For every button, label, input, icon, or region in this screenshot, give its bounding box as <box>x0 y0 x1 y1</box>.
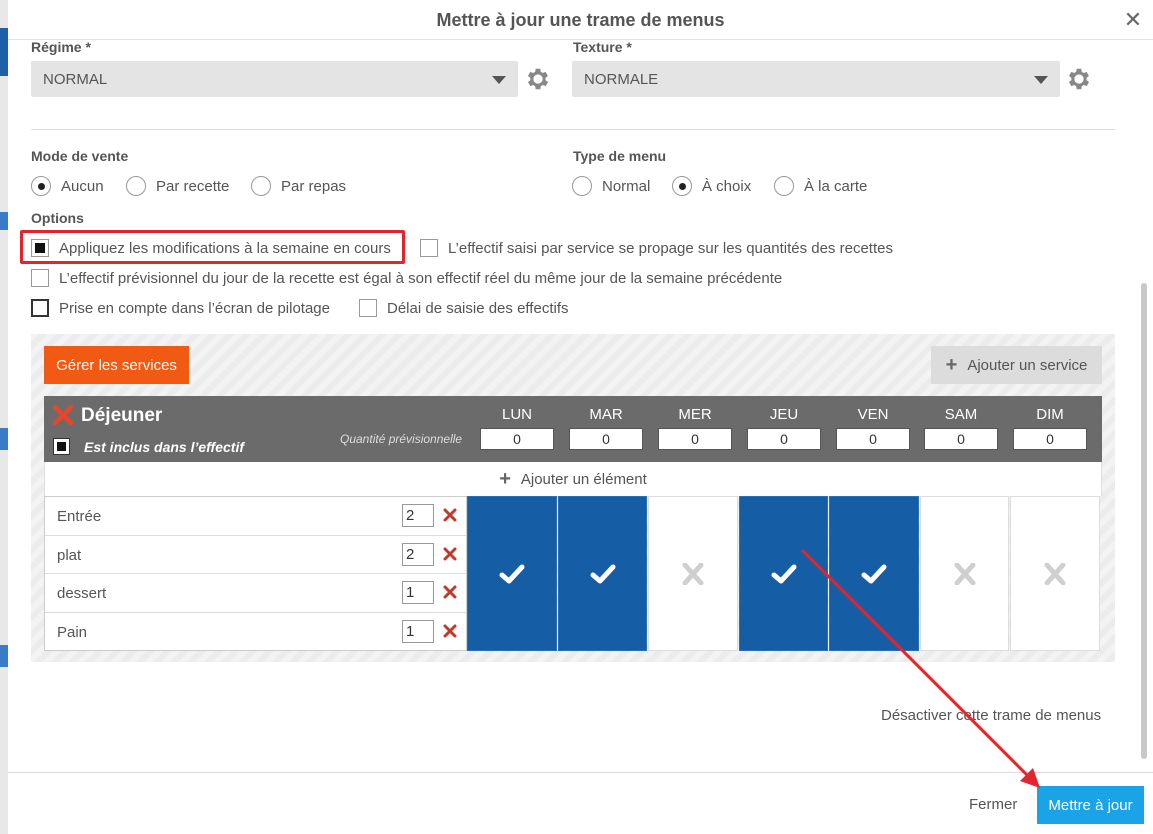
day-toggle-dim[interactable] <box>1010 496 1100 651</box>
radio-a-choix[interactable]: À choix <box>672 176 751 196</box>
add-service-button[interactable]: + Ajouter un service <box>931 346 1102 384</box>
service-name: Déjeuner <box>81 405 163 426</box>
element-count-input[interactable]: 2 <box>402 542 434 566</box>
service-header: Déjeuner Est inclus dans l’effectif Quan… <box>44 396 1102 462</box>
close-icon[interactable]: ✕ <box>1123 9 1143 31</box>
list-item: dessert 1 <box>45 574 466 613</box>
day-toggle-ven[interactable] <box>829 496 919 651</box>
checkbox[interactable] <box>31 299 49 317</box>
day-jeu: JEU 0 <box>747 406 821 450</box>
day-qty-input[interactable]: 0 <box>569 428 643 450</box>
regime-label: Régime * <box>31 39 91 55</box>
day-sam: SAM 0 <box>924 406 998 450</box>
x-icon <box>954 562 975 585</box>
radio-par-repas[interactable]: Par repas <box>251 176 346 196</box>
element-count-input[interactable]: 2 <box>402 504 434 527</box>
update-menu-template-dialog: Mettre à jour une trame de menus ✕ Régim… <box>8 0 1153 834</box>
texture-select[interactable]: NORMALE <box>572 61 1060 97</box>
chevron-down-icon <box>492 76 506 84</box>
included-in-headcount[interactable]: Est inclus dans l’effectif <box>53 438 244 455</box>
checkbox[interactable] <box>53 438 70 455</box>
x-icon <box>682 562 704 585</box>
radio-par-recette[interactable]: Par recette <box>126 176 229 196</box>
regime-value: NORMAL <box>43 71 108 88</box>
check-icon <box>861 564 887 583</box>
list-item: Pain 1 <box>45 613 466 652</box>
radio-aucun[interactable]: Aucun <box>31 176 104 196</box>
texture-value: NORMALE <box>584 71 659 88</box>
day-toggle-lun[interactable] <box>467 496 557 651</box>
gear-icon[interactable] <box>1065 65 1093 93</box>
deactivate-link[interactable]: Désactiver cette trame de menus <box>881 707 1101 724</box>
option-input-delay[interactable]: Délai de saisie des effectifs <box>359 299 569 317</box>
plus-icon: + <box>499 467 511 490</box>
check-icon <box>499 564 525 583</box>
day-toggle-mar[interactable] <box>558 496 647 651</box>
divider <box>31 129 1115 130</box>
add-element-button[interactable]: + Ajouter un élément <box>44 462 1102 496</box>
delete-icon[interactable] <box>442 623 458 639</box>
dialog-title: Mettre à jour une trame de menus <box>436 10 725 30</box>
elements-list: Entrée 2 plat 2 dessert 1 Pain 1 <box>44 496 467 651</box>
plus-icon: + <box>945 353 958 376</box>
day-toggle-mer[interactable] <box>648 496 738 651</box>
option-apply-current-week[interactable]: Appliquez les modifications à la semaine… <box>31 239 391 257</box>
sale-mode-label: Mode de vente <box>31 148 129 164</box>
list-item: plat 2 <box>45 536 466 574</box>
day-qty-input[interactable]: 0 <box>747 428 821 450</box>
checkbox[interactable] <box>31 239 49 257</box>
day-ven: VEN 0 <box>836 406 910 450</box>
day-mer: MER 0 <box>658 406 732 450</box>
dialog-header: Mettre à jour une trame de menus ✕ <box>8 0 1153 40</box>
day-dim: DIM 0 <box>1013 406 1087 450</box>
radio-a-la-carte[interactable]: À la carte <box>774 176 867 196</box>
remove-service-icon[interactable] <box>52 404 74 426</box>
day-qty-input[interactable]: 0 <box>924 428 998 450</box>
chevron-down-icon <box>1034 76 1048 84</box>
day-lun: LUN 0 <box>480 406 554 450</box>
element-count-input[interactable]: 1 <box>402 581 434 604</box>
delete-icon[interactable] <box>442 546 458 562</box>
day-qty-input[interactable]: 0 <box>836 428 910 450</box>
checkbox[interactable] <box>31 269 49 287</box>
option-steering-screen[interactable]: Prise en compte dans l’écran de pilotage <box>31 299 330 317</box>
check-icon <box>771 564 796 583</box>
day-toggle-jeu[interactable] <box>739 496 828 651</box>
day-qty-input[interactable]: 0 <box>1013 428 1087 450</box>
manage-services-button[interactable]: Gérer les services <box>44 346 189 384</box>
radio-normal[interactable]: Normal <box>572 176 650 196</box>
checkbox[interactable] <box>420 239 438 257</box>
scrollbar[interactable] <box>1141 283 1147 759</box>
day-qty-input[interactable]: 0 <box>658 428 732 450</box>
option-forecast-equals-actual[interactable]: L’effectif prévisionnel du jour de la re… <box>31 269 782 287</box>
check-icon <box>590 564 615 583</box>
options-label: Options <box>31 210 84 226</box>
option-propagate-quantities[interactable]: L’effectif saisi par service se propage … <box>420 239 893 257</box>
menu-type-label: Type de menu <box>573 148 667 164</box>
delete-icon[interactable] <box>442 507 458 523</box>
texture-label: Texture * <box>573 39 632 55</box>
update-button[interactable]: Mettre à jour <box>1037 786 1144 824</box>
forecast-quantity-label: Quantité prévisionnelle <box>340 432 463 446</box>
element-count-input[interactable]: 1 <box>402 619 434 643</box>
day-toggle-sam[interactable] <box>920 496 1009 651</box>
regime-select[interactable]: NORMAL <box>31 61 518 97</box>
close-button[interactable]: Fermer <box>969 796 1017 813</box>
gear-icon[interactable] <box>524 65 552 93</box>
day-qty-input[interactable]: 0 <box>480 428 554 450</box>
day-mar: MAR 0 <box>569 406 643 450</box>
checkbox[interactable] <box>359 299 377 317</box>
list-item: Entrée 2 <box>45 497 466 536</box>
x-icon <box>1044 562 1066 585</box>
background-page-edge <box>0 0 8 834</box>
delete-icon[interactable] <box>442 584 458 600</box>
